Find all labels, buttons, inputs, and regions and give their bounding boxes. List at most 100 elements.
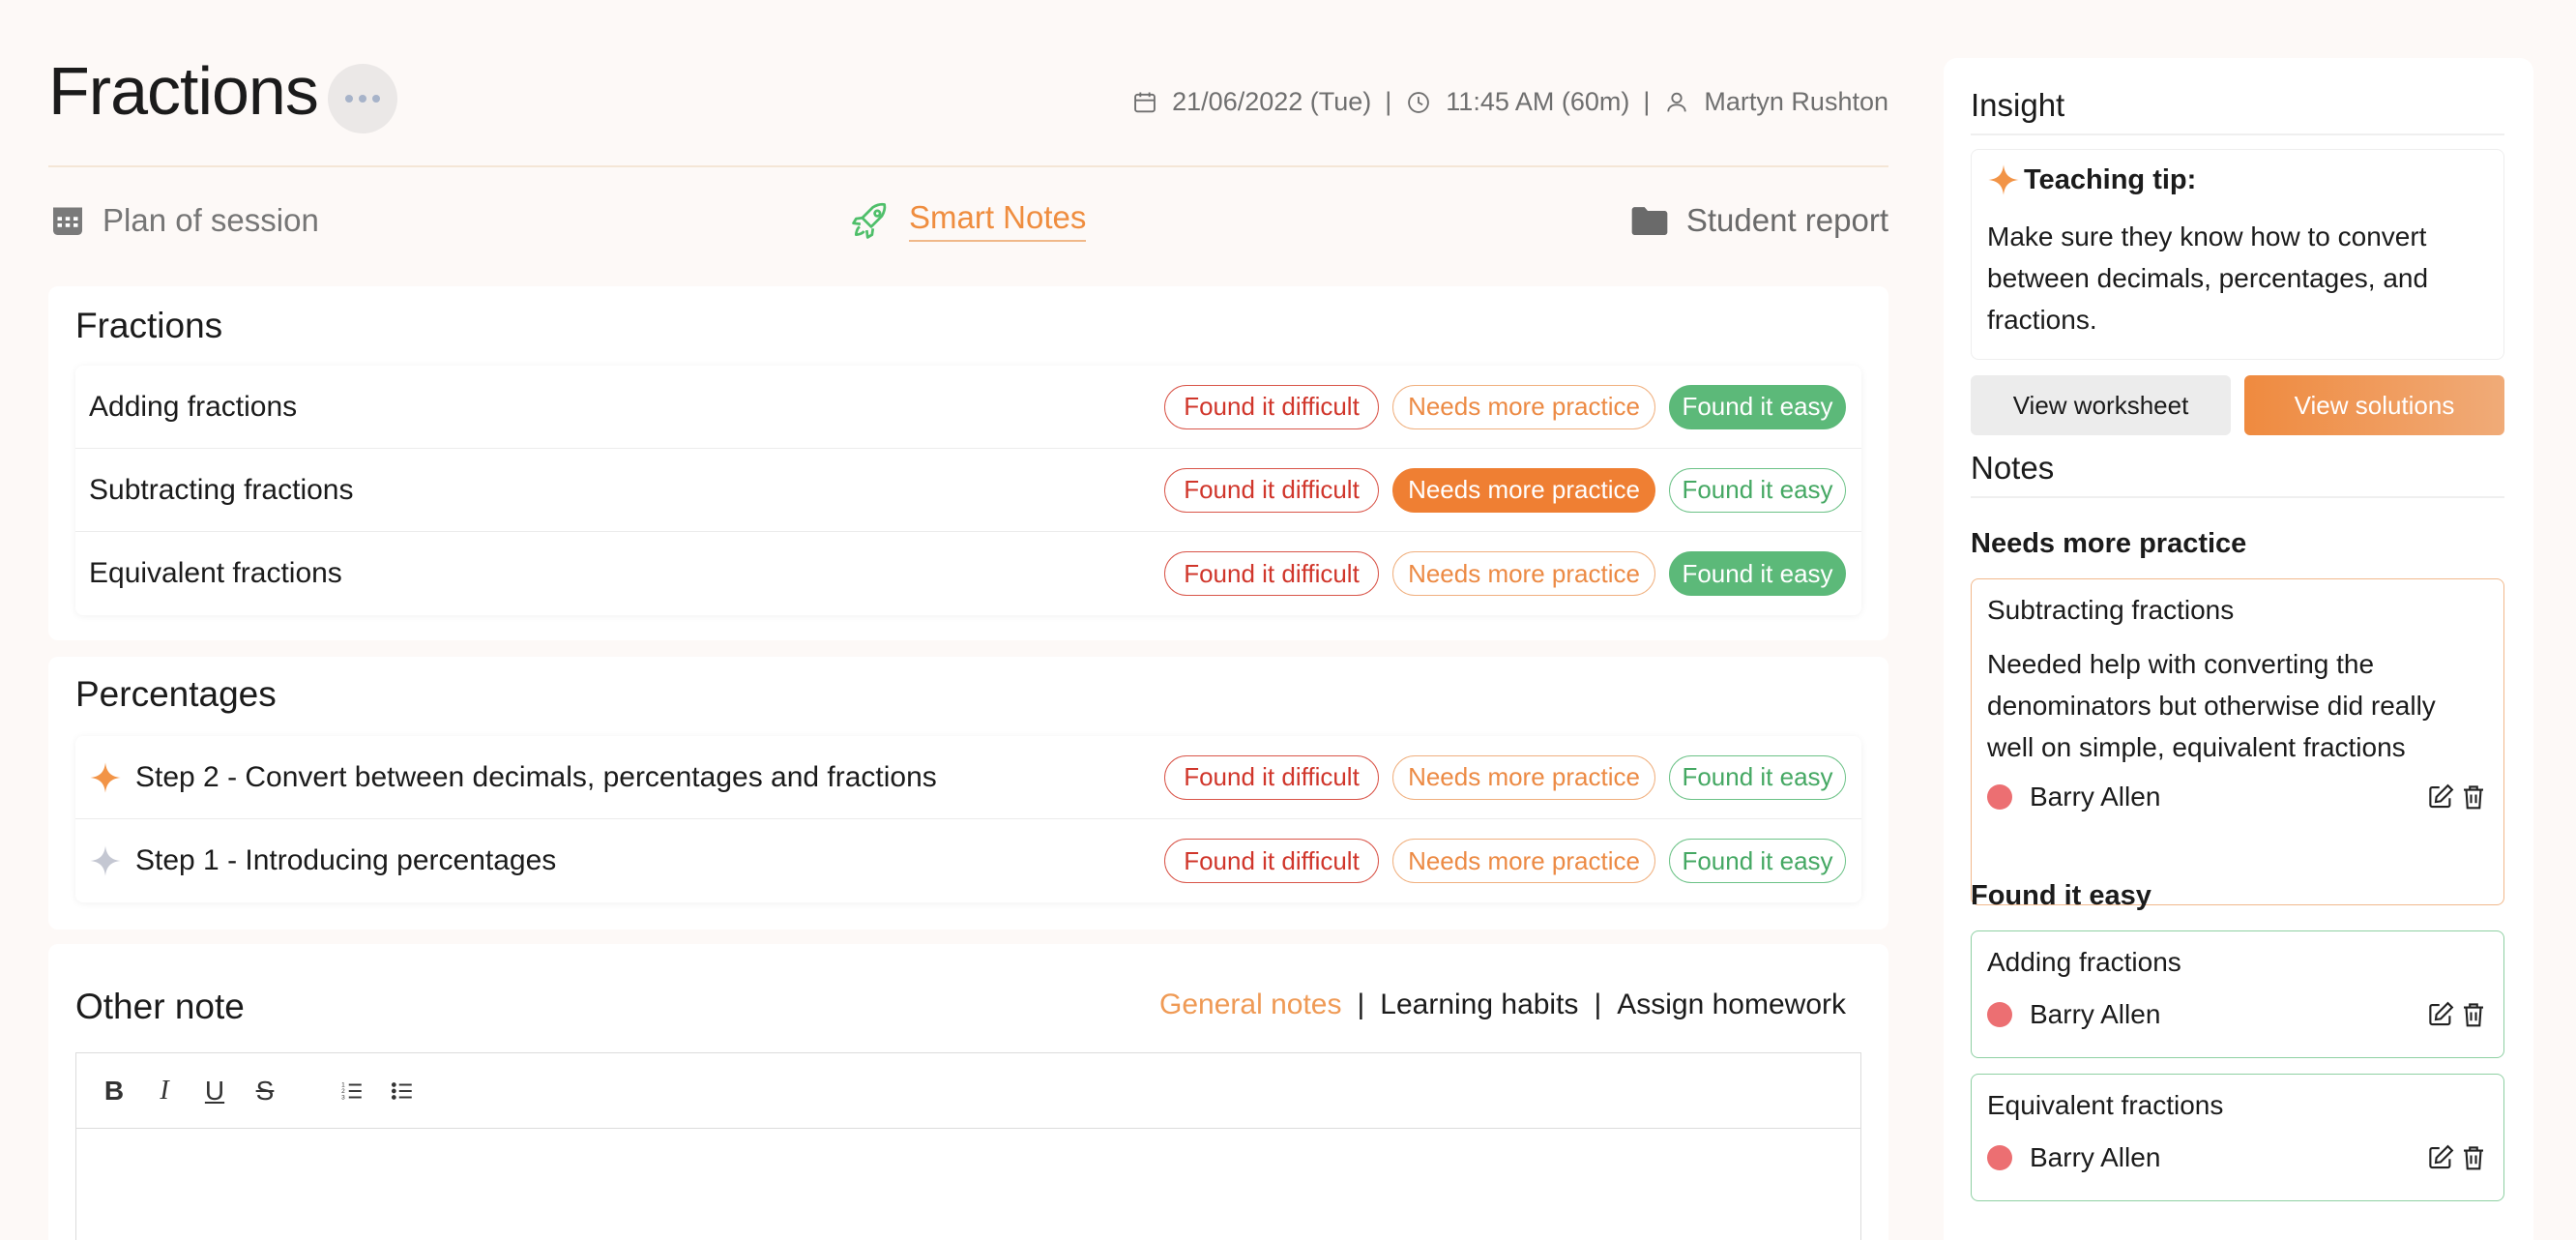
rating-pills: Found it difficult Needs more practice F… — [1164, 754, 1846, 800]
note-title: Adding fractions — [1987, 947, 2181, 977]
student-name: Barry Allen — [2030, 1142, 2161, 1172]
ordered-list-icon: 123 — [341, 1081, 362, 1101]
topic-row-step-1: Step 1 - Introducing percentages Found i… — [75, 819, 1861, 902]
session-date: 21/06/2022 (Tue) — [1131, 87, 1371, 117]
session-meta: 21/06/2022 (Tue) | 11:45 AM (60m) | Mart… — [1131, 87, 1888, 117]
note-actions — [2426, 1000, 2488, 1029]
worksheet-buttons: View worksheet View solutions — [1971, 375, 2504, 435]
found-easy-heading: Found it easy — [1971, 880, 2152, 911]
tab-separator: | — [1357, 989, 1365, 1020]
tab-smart-notes[interactable]: Smart Notes — [849, 192, 1087, 250]
topic-label: Adding fractions — [89, 390, 298, 423]
avatar — [1987, 784, 2012, 810]
avatar — [1987, 1145, 2012, 1170]
edit-icon[interactable] — [2426, 1000, 2455, 1029]
found-difficult-button[interactable]: Found it difficult — [1164, 839, 1379, 883]
bold-button[interactable]: B — [102, 1076, 127, 1106]
dot-icon — [359, 95, 366, 103]
insight-heading: Insight — [1971, 87, 2504, 135]
tip-title: Teaching tip: — [1987, 163, 2488, 196]
topic-label: Step 2 - Convert between decimals, perce… — [89, 761, 1164, 794]
note-title: Subtracting fractions — [1987, 595, 2235, 625]
session-tabs: Plan of session Smart Notes Student repo… — [48, 192, 1888, 250]
tab-learning-habits[interactable]: Learning habits — [1380, 989, 1578, 1021]
note-actions — [2426, 782, 2488, 812]
found-easy-button[interactable]: Found it easy — [1669, 551, 1846, 596]
needs-practice-button[interactable]: Needs more practice — [1392, 551, 1655, 596]
found-difficult-button[interactable]: Found it difficult — [1164, 467, 1379, 513]
note-footer: Barry Allen — [1987, 995, 2488, 1034]
calendar-icon — [1134, 92, 1156, 112]
note-tabs: General notes | Learning habits | Assign… — [1159, 989, 1846, 1021]
rich-text-editor[interactable]: B I U S 123 — [75, 1052, 1861, 1240]
topic-label: Subtracting fractions — [89, 473, 354, 506]
meta-separator: | — [1385, 87, 1392, 116]
sparkle-icon — [1988, 164, 2019, 195]
notes-heading: Notes — [1971, 450, 2504, 498]
avatar — [1987, 1002, 2012, 1027]
page-header: Fractions 21/06/2022 (Tue) | 11:45 AM (6… — [48, 46, 1888, 167]
tab-general-notes[interactable]: General notes — [1159, 989, 1341, 1021]
edit-icon[interactable] — [2426, 782, 2455, 812]
section-title: Fractions — [75, 306, 223, 345]
found-easy-button[interactable]: Found it easy — [1669, 754, 1846, 800]
rating-pills: Found it difficult Needs more practice F… — [1164, 839, 1846, 883]
meta-separator: | — [1643, 87, 1651, 116]
rating-pills: Found it difficult Needs more practice F… — [1164, 384, 1846, 429]
fractions-section: Fractions Adding fractions Found it diff… — [48, 286, 1888, 640]
topic-list: Step 2 - Convert between decimals, perce… — [75, 736, 1861, 902]
found-difficult-button[interactable]: Found it difficult — [1164, 384, 1379, 429]
italic-button[interactable]: I — [152, 1076, 177, 1106]
tip-text: Make sure they know how to convert betwe… — [1987, 221, 2429, 335]
note-card: Subtracting fractions Needed help with c… — [1971, 578, 2504, 905]
other-note-section: Other note General notes | Learning habi… — [48, 944, 1888, 1240]
tab-separator: | — [1594, 989, 1602, 1020]
view-solutions-button[interactable]: View solutions — [2244, 375, 2504, 435]
note-actions — [2426, 1143, 2488, 1172]
edit-icon[interactable] — [2426, 1143, 2455, 1172]
session-time: 11:45 AM (60m) — [1405, 87, 1629, 117]
dot-icon — [372, 95, 380, 103]
note-card: Adding fractions Barry Allen — [1971, 930, 2504, 1058]
ordered-list-button[interactable]: 123 — [339, 1078, 365, 1104]
found-easy-button[interactable]: Found it easy — [1669, 384, 1846, 429]
strikethrough-button[interactable]: S — [252, 1076, 278, 1106]
view-worksheet-button[interactable]: View worksheet — [1971, 375, 2231, 435]
sparkle-icon — [90, 845, 121, 876]
topic-list: Adding fractions Found it difficult Need… — [75, 366, 1861, 615]
found-difficult-button[interactable]: Found it difficult — [1164, 551, 1379, 596]
needs-practice-button[interactable]: Needs more practice — [1392, 467, 1655, 513]
tab-student-report[interactable]: Student report — [1630, 192, 1888, 250]
tab-plan-of-session[interactable]: Plan of session — [50, 192, 319, 250]
found-easy-button[interactable]: Found it easy — [1669, 839, 1846, 883]
student-name: Barry Allen — [2030, 999, 2161, 1029]
insight-sidebar: Insight Teaching tip: Make sure they kno… — [1944, 58, 2533, 1240]
needs-practice-button[interactable]: Needs more practice — [1392, 839, 1655, 883]
found-difficult-button[interactable]: Found it difficult — [1164, 754, 1379, 800]
dot-icon — [345, 95, 353, 103]
trash-icon[interactable] — [2459, 782, 2488, 812]
note-footer: Barry Allen — [1987, 778, 2488, 816]
editor-toolbar: B I U S 123 — [76, 1053, 1860, 1129]
needs-practice-button[interactable]: Needs more practice — [1392, 754, 1655, 800]
topic-label: Equivalent fractions — [89, 557, 342, 589]
tab-assign-homework[interactable]: Assign homework — [1617, 989, 1846, 1021]
clock-icon — [1408, 91, 1430, 113]
topic-row-step-2: Step 2 - Convert between decimals, perce… — [75, 736, 1861, 819]
note-text: Needed help with converting the denomina… — [1987, 649, 2436, 762]
bullet-list-button[interactable] — [390, 1078, 415, 1104]
needs-practice-heading: Needs more practice — [1971, 528, 2247, 559]
trash-icon[interactable] — [2459, 1000, 2488, 1029]
underline-button[interactable]: U — [202, 1076, 227, 1106]
note-card: Equivalent fractions Barry Allen — [1971, 1074, 2504, 1201]
topic-row-subtracting-fractions: Subtracting fractions Found it difficult… — [75, 449, 1861, 532]
found-easy-button[interactable]: Found it easy — [1669, 467, 1846, 513]
rating-pills: Found it difficult Needs more practice F… — [1164, 467, 1846, 513]
needs-practice-button[interactable]: Needs more practice — [1392, 384, 1655, 429]
bullet-list-icon — [391, 1081, 412, 1100]
trash-icon[interactable] — [2459, 1143, 2488, 1172]
page-title: Fractions — [48, 53, 319, 129]
more-options-button[interactable] — [328, 64, 397, 133]
topic-label: Step 1 - Introducing percentages — [89, 844, 1164, 877]
section-title: Other note — [75, 987, 245, 1026]
